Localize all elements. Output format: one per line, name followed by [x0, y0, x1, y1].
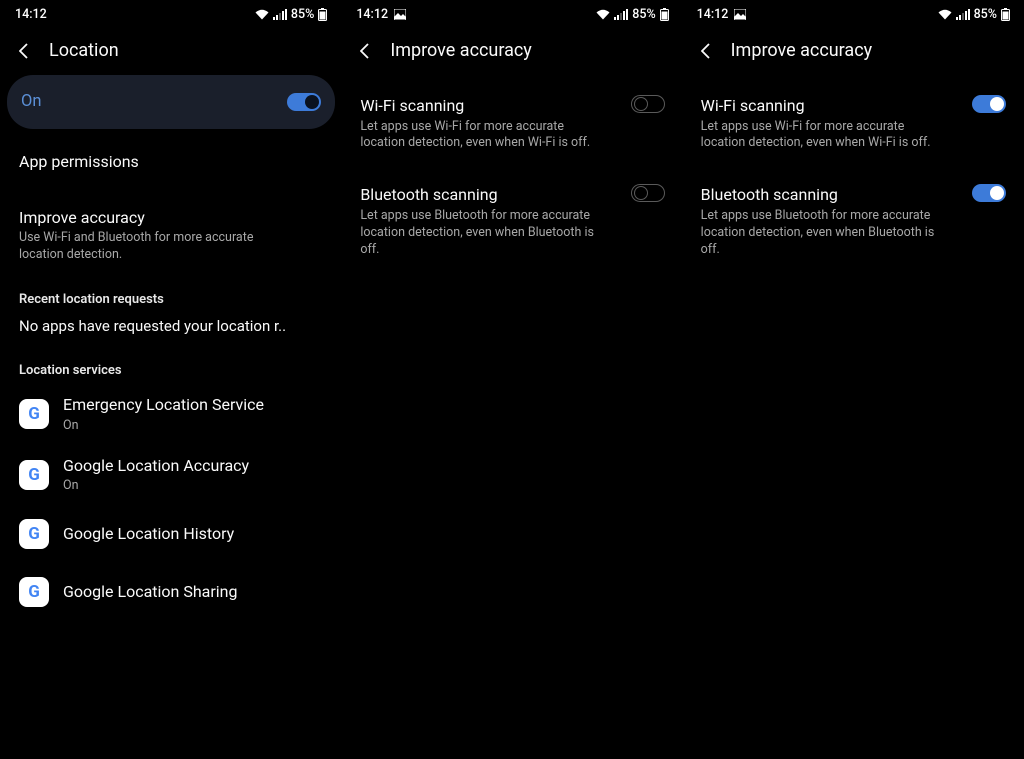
gallery-icon	[734, 9, 746, 20]
google-icon: G	[19, 460, 49, 490]
status-icons: 85%	[255, 7, 327, 22]
wifi-scanning-row[interactable]: Wi-Fi scanning Let apps use Wi-Fi for mo…	[683, 75, 1024, 168]
gallery-icon	[394, 9, 406, 20]
improve-accuracy-subtitle: Use Wi-Fi and Bluetooth for more accurat…	[19, 230, 269, 264]
back-button[interactable]	[356, 42, 374, 60]
header: Location	[1, 28, 341, 75]
wifi-scanning-row[interactable]: Wi-Fi scanning Let apps use Wi-Fi for mo…	[342, 75, 682, 168]
master-toggle-row[interactable]: On	[7, 75, 335, 129]
back-button[interactable]	[15, 42, 33, 60]
recent-requests-text: No apps have requested your location r..	[1, 313, 341, 345]
wifi-scanning-subtitle: Let apps use Wi-Fi for more accurate loc…	[701, 119, 951, 153]
wifi-icon	[255, 9, 269, 20]
service-title: Google Location Accuracy	[63, 455, 249, 477]
improve-accuracy-row[interactable]: Improve accuracy Use Wi-Fi and Bluetooth…	[1, 195, 341, 282]
battery-text: 85%	[974, 7, 997, 22]
recent-requests-label: Recent location requests	[1, 282, 341, 313]
signal-icon	[956, 9, 970, 20]
app-permissions-label: App permissions	[19, 151, 323, 173]
back-button[interactable]	[697, 42, 715, 60]
status-bar: 14:12 85%	[683, 0, 1024, 28]
bluetooth-scanning-toggle[interactable]	[972, 184, 1006, 202]
screen-improve-accuracy-on: 14:12 85% Improve accuracy Wi-Fi scannin…	[683, 0, 1024, 759]
battery-icon	[1001, 8, 1010, 21]
header: Improve accuracy	[342, 28, 682, 75]
service-google-location-sharing[interactable]: G Google Location Sharing	[1, 563, 341, 621]
bluetooth-scanning-row[interactable]: Bluetooth scanning Let apps use Bluetoot…	[342, 168, 682, 274]
page-title: Location	[49, 40, 119, 61]
signal-icon	[614, 9, 628, 20]
service-google-location-history[interactable]: G Google Location History	[1, 505, 341, 563]
wifi-icon	[938, 9, 952, 20]
service-title: Google Location Sharing	[63, 581, 238, 603]
service-subtitle: On	[63, 418, 264, 435]
bluetooth-scanning-title: Bluetooth scanning	[360, 184, 610, 206]
wifi-scanning-title: Wi-Fi scanning	[701, 95, 951, 117]
status-icons: 85%	[938, 7, 1010, 22]
page-title: Improve accuracy	[731, 40, 873, 61]
page-title: Improve accuracy	[390, 40, 532, 61]
screen-location: 14:12 85% Location On App permissions Im…	[0, 0, 341, 759]
improve-accuracy-title: Improve accuracy	[19, 207, 323, 229]
google-icon: G	[19, 519, 49, 549]
service-subtitle: On	[63, 478, 249, 495]
master-toggle-switch[interactable]	[287, 93, 321, 111]
status-time: 14:12	[697, 7, 729, 22]
master-toggle-label: On	[21, 91, 41, 113]
status-bar: 14:12 85%	[342, 0, 682, 28]
status-icons: 85%	[596, 7, 668, 22]
location-services-label: Location services	[1, 345, 341, 384]
screen-improve-accuracy-off: 14:12 85% Improve accuracy Wi-Fi scannin…	[341, 0, 682, 759]
google-icon: G	[19, 577, 49, 607]
battery-text: 85%	[291, 7, 314, 22]
battery-icon	[318, 8, 327, 21]
header: Improve accuracy	[683, 28, 1024, 75]
service-title: Google Location History	[63, 523, 234, 545]
wifi-icon	[596, 9, 610, 20]
signal-icon	[273, 9, 287, 20]
status-time: 14:12	[356, 7, 388, 22]
wifi-scanning-toggle[interactable]	[972, 95, 1006, 113]
wifi-scanning-toggle[interactable]	[631, 95, 665, 113]
status-time: 14:12	[15, 7, 47, 22]
service-emergency-location[interactable]: G Emergency Location Service On	[1, 384, 341, 444]
service-title: Emergency Location Service	[63, 394, 264, 416]
bluetooth-scanning-toggle[interactable]	[631, 184, 665, 202]
bluetooth-scanning-subtitle: Let apps use Bluetooth for more accurate…	[701, 208, 951, 259]
status-bar: 14:12 85%	[1, 0, 341, 28]
wifi-scanning-title: Wi-Fi scanning	[360, 95, 610, 117]
google-icon: G	[19, 399, 49, 429]
service-google-location-accuracy[interactable]: G Google Location Accuracy On	[1, 445, 341, 505]
bluetooth-scanning-row[interactable]: Bluetooth scanning Let apps use Bluetoot…	[683, 168, 1024, 274]
battery-text: 85%	[632, 7, 655, 22]
wifi-scanning-subtitle: Let apps use Wi-Fi for more accurate loc…	[360, 119, 610, 153]
battery-icon	[660, 8, 669, 21]
app-permissions-row[interactable]: App permissions	[1, 129, 341, 195]
bluetooth-scanning-title: Bluetooth scanning	[701, 184, 951, 206]
bluetooth-scanning-subtitle: Let apps use Bluetooth for more accurate…	[360, 208, 610, 259]
